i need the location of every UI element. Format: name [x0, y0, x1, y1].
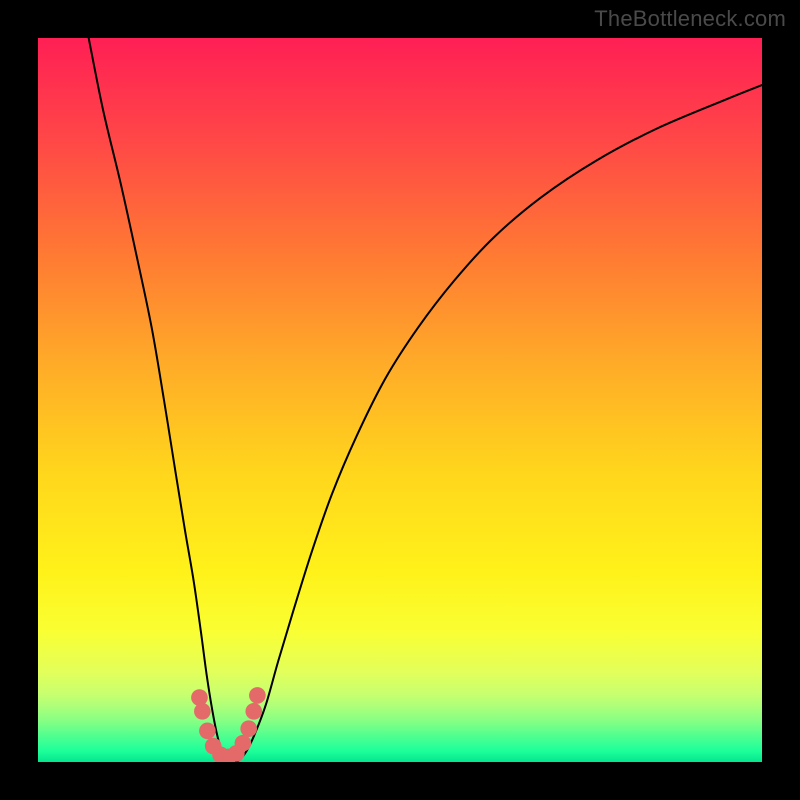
curve-layer — [38, 38, 762, 762]
marker-dot — [245, 703, 262, 720]
chart-frame: TheBottleneck.com — [0, 0, 800, 800]
marker-dot — [249, 687, 266, 704]
marker-dot — [199, 723, 216, 740]
curve-markers — [191, 687, 266, 762]
bottleneck-curve — [89, 38, 762, 762]
plot-area — [38, 38, 762, 762]
marker-dot — [235, 735, 252, 752]
marker-dot — [240, 720, 257, 737]
marker-dot — [191, 689, 208, 706]
marker-dot — [194, 703, 211, 720]
watermark-text: TheBottleneck.com — [594, 6, 786, 32]
